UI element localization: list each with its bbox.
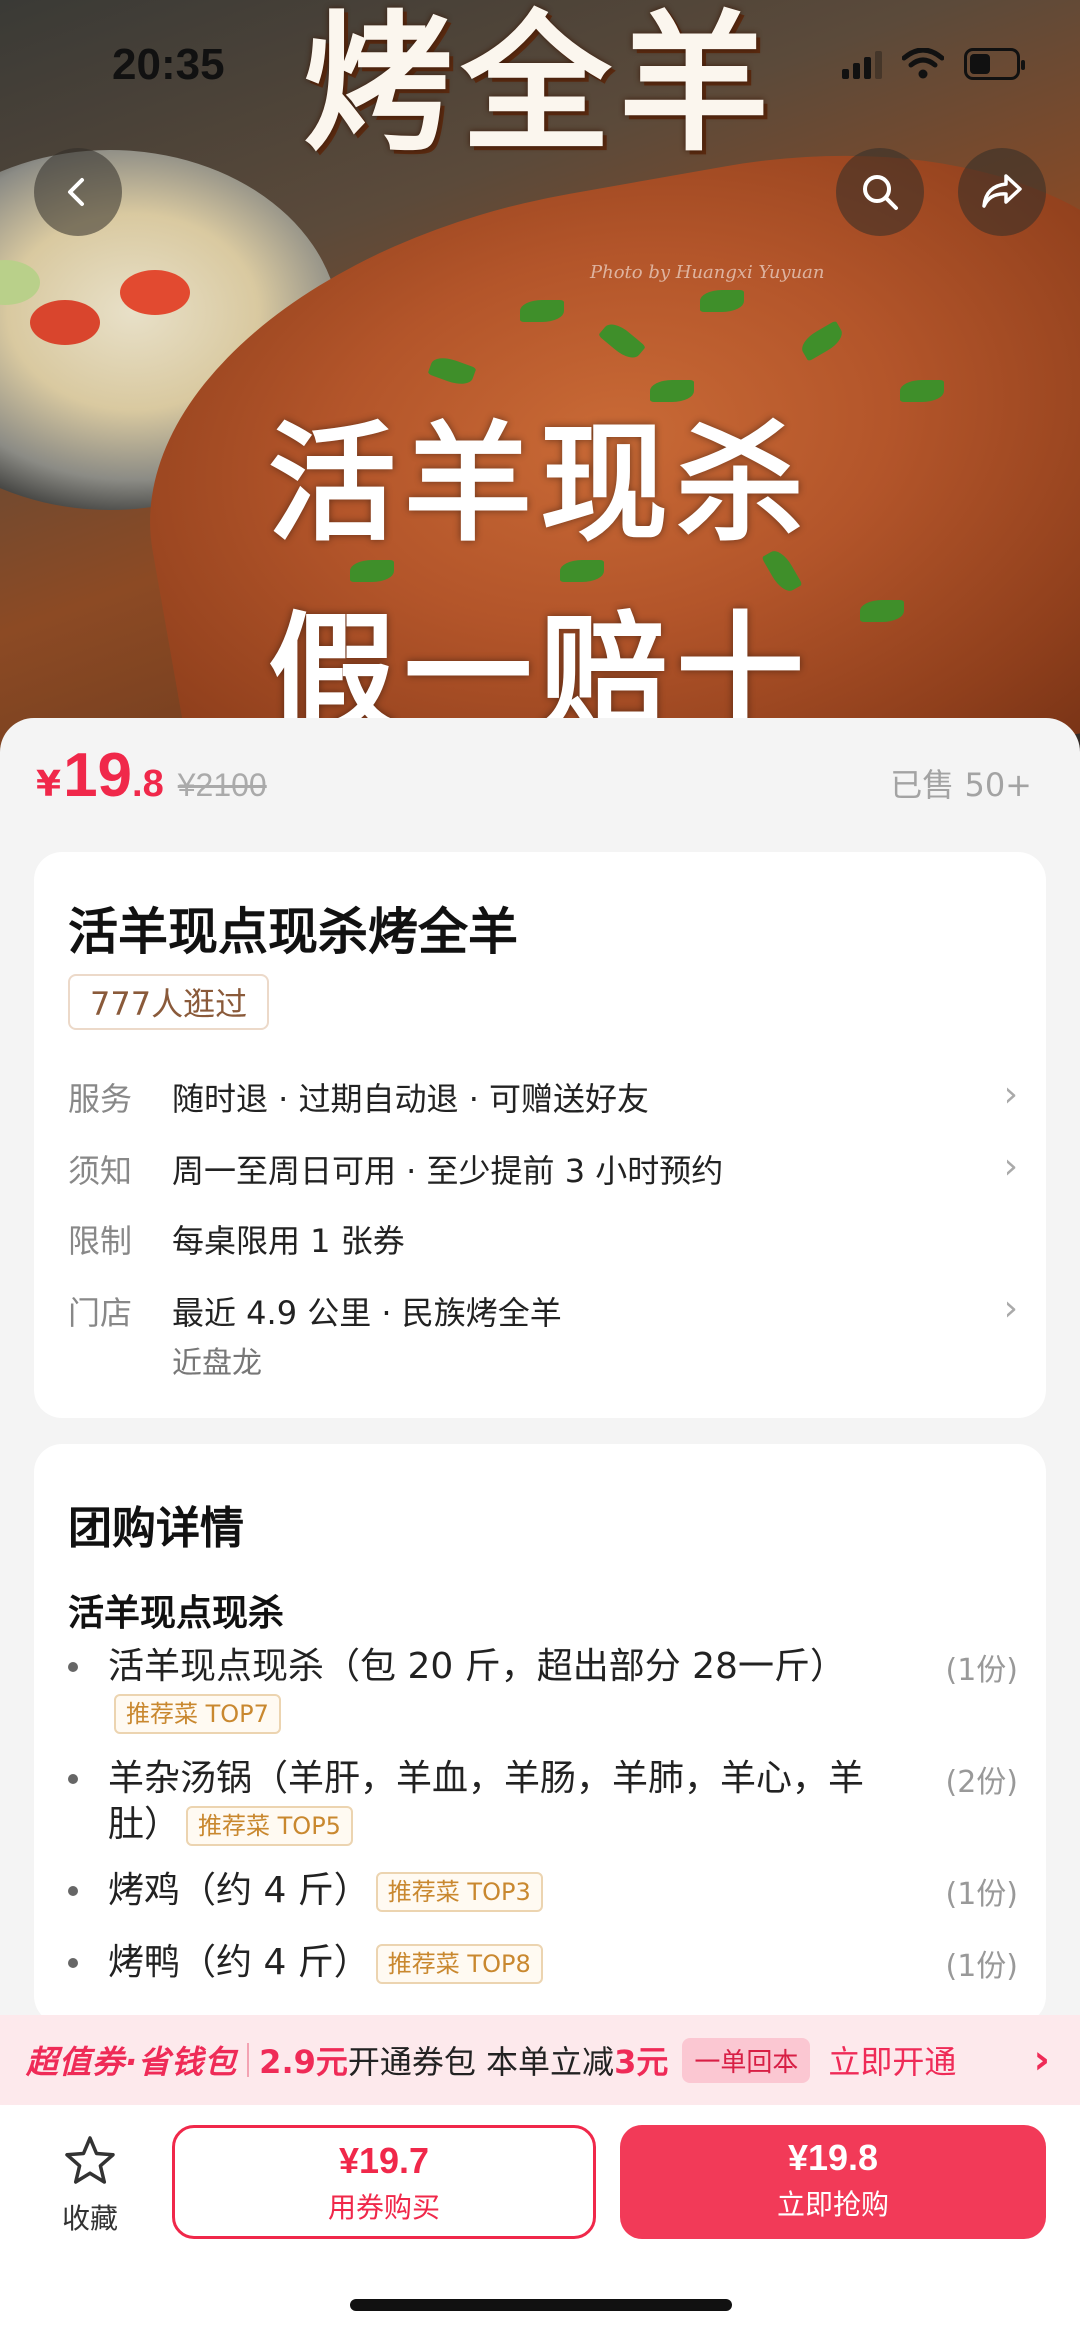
chevron-left-icon	[68, 178, 84, 206]
group-title: 活羊现点现杀	[68, 1593, 285, 1634]
hero-image: 烤全羊 Photo by Huangxi Yuyuan 活羊现杀 假一赔十	[0, 0, 1080, 760]
price-integer: 19	[63, 741, 133, 810]
favorite-label: 收藏	[61, 2202, 118, 2235]
home-indicator[interactable]	[350, 2299, 732, 2311]
info-row-limit: 限制 每桌限用 1 张券	[68, 1216, 1018, 1262]
chevron-right-icon: ›	[1003, 1074, 1018, 1115]
list-item: 烤鸡（约 4 斤） 推荐菜 TOP3 (1份)	[68, 1868, 1018, 1916]
search-icon	[863, 175, 898, 210]
item-quantity: (1份)	[945, 1949, 1019, 1984]
favorite-button[interactable]: 收藏	[40, 2135, 140, 2237]
battery-icon	[964, 48, 1025, 80]
chevron-right-icon: ›	[1003, 1288, 1018, 1329]
info-value: 每桌限用 1 张券	[172, 1222, 405, 1260]
store-area: 近盘龙	[172, 1346, 262, 1381]
recommend-tag: 推荐菜 TOP3	[375, 1872, 543, 1912]
search-button[interactable]	[836, 148, 924, 236]
section-title: 团购详情	[68, 1503, 244, 1554]
list-item: 羊杂汤锅（羊肝，羊血，羊肠，羊肺，羊心，羊肚） 推荐菜 TOP5 (2份)	[68, 1756, 1018, 1852]
buy-label: 立即抢购	[776, 2188, 889, 2221]
info-value: 周一至周日可用 · 至少提前 3 小时预约	[172, 1152, 724, 1190]
status-bar: 20:35	[0, 40, 1080, 100]
promo-amount: 2.9元	[259, 2043, 348, 2081]
buy-price: ¥19.8	[787, 2137, 879, 2178]
promo-brand: 超值券·省钱包	[26, 2043, 238, 2081]
buy-now-button[interactable]: ¥19.8 立即抢购	[620, 2125, 1046, 2239]
list-item: 烤鸭（约 4 斤） 推荐菜 TOP8 (1份)	[68, 1940, 1018, 1988]
promo-open-link[interactable]: 立即开通	[828, 2037, 956, 2083]
photo-watermark: Photo by Huangxi Yuyuan	[590, 262, 825, 283]
info-label: 服务	[68, 1080, 133, 1118]
hero-title-mid: 活羊现杀	[267, 410, 812, 559]
promo-discount: 3元	[614, 2043, 669, 2081]
promo-pill: 一单回本	[682, 2037, 811, 2083]
cellular-signal-icon	[842, 49, 882, 79]
share-button[interactable]	[958, 148, 1046, 236]
info-label: 限制	[68, 1222, 133, 1260]
recommend-tag: 推荐菜 TOP8	[375, 1944, 543, 1984]
info-label: 须知	[68, 1152, 133, 1190]
visit-count-badge: 777人逛过	[68, 974, 270, 1030]
star-icon	[65, 2136, 115, 2184]
price-row: ¥ 19 .8 ¥2100	[36, 740, 267, 811]
sold-count: 已售 50+	[890, 766, 1032, 804]
share-icon	[982, 174, 1022, 208]
promo-text: 开通券包 本单立减	[347, 2043, 615, 2081]
chevron-right-icon: ›	[1003, 1146, 1018, 1187]
group-buy-details-card: 团购详情 活羊现点现杀 活羊现点现杀（包 20 斤，超出部分 28一斤） 推荐菜 …	[34, 1444, 1046, 2024]
status-time: 20:35	[112, 40, 225, 89]
coupon-pack-promo-bar[interactable]: 超值券·省钱包 2.9元 开通券包 本单立减 3元 一单回本 立即开通 ›	[0, 2015, 1080, 2105]
coupon-price: ¥19.7	[338, 2140, 430, 2181]
chevron-right-icon: ›	[1033, 2037, 1050, 2083]
item-name: 烤鸭（约 4 斤）	[108, 1942, 370, 1983]
info-row-store[interactable]: 门店 最近 4.9 公里 · 民族烤全羊 近盘龙 ›	[68, 1288, 1018, 1388]
item-quantity: (1份)	[945, 1877, 1019, 1912]
coupon-label: 用券购买	[327, 2191, 440, 2224]
recommend-tag: 推荐菜 TOP5	[186, 1806, 353, 1846]
item-name: 烤鸡（约 4 斤）	[108, 1870, 370, 1911]
back-button[interactable]	[34, 148, 122, 236]
item-name: 活羊现点现杀（包 20 斤，超出部分 28一斤）	[108, 1646, 846, 1687]
info-value: 最近 4.9 公里 · 民族烤全羊	[172, 1294, 562, 1332]
info-label: 门店	[68, 1294, 133, 1332]
info-row-service[interactable]: 服务 随时退 · 过期自动退 · 可赠送好友 ›	[68, 1074, 1018, 1120]
deal-info-card: 活羊现点现杀烤全羊 777人逛过 服务 随时退 · 过期自动退 · 可赠送好友 …	[34, 852, 1046, 1418]
item-quantity: (2份)	[945, 1765, 1019, 1800]
original-price: ¥2100	[177, 767, 267, 803]
wifi-icon	[902, 48, 944, 79]
recommend-tag: 推荐菜 TOP7	[114, 1694, 281, 1734]
status-icons	[842, 48, 1025, 80]
info-value: 随时退 · 过期自动退 · 可赠送好友	[172, 1080, 650, 1118]
buy-with-coupon-button[interactable]: ¥19.7 用券购买	[172, 2125, 596, 2239]
price-currency: ¥	[36, 764, 62, 805]
list-item: 活羊现点现杀（包 20 斤，超出部分 28一斤） 推荐菜 TOP7 (1份)	[68, 1644, 1018, 1740]
deal-title: 活羊现点现杀烤全羊	[68, 903, 518, 961]
info-row-notice[interactable]: 须知 周一至周日可用 · 至少提前 3 小时预约 ›	[68, 1146, 1018, 1192]
item-quantity: (1份)	[945, 1653, 1019, 1688]
price-decimal: .8	[132, 763, 164, 805]
